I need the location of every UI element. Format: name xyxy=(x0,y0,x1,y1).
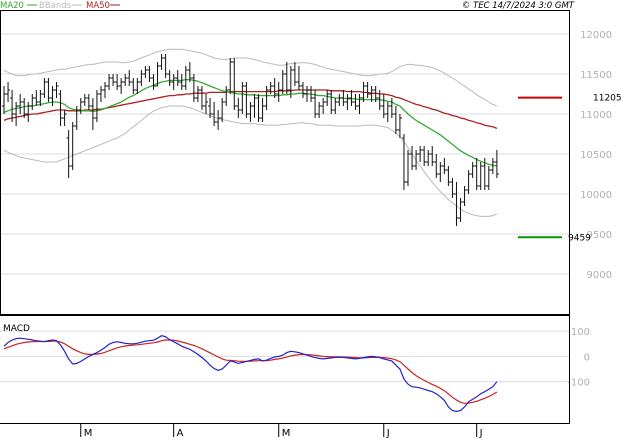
header-legend: MA20 BBands MA50 xyxy=(0,1,120,11)
macd-panel: 100 0 -100 MACD xyxy=(0,324,590,413)
price-tick-label: 12000 xyxy=(580,30,612,41)
macd-gridlines xyxy=(0,330,570,383)
macd-tick-label: -100 xyxy=(567,378,590,389)
price-panel: 900095001000010500110001150012000 112059… xyxy=(0,10,622,314)
month-label: J xyxy=(479,428,483,439)
macd-y-axis: 100 0 -100 xyxy=(567,327,590,388)
copyright-label: © TEC 14/7/2024 3:0 GMT xyxy=(462,1,575,11)
stock-chart-canvas: 900095001000010500110001150012000 112059… xyxy=(0,1,622,439)
legend-ma50-label: MA50 xyxy=(86,1,110,11)
support-label: 9459 xyxy=(568,233,591,243)
price-y-axis: 900095001000010500110001150012000 xyxy=(580,30,612,281)
legend-bbands-label: BBands xyxy=(39,1,72,11)
resistance-label: 11205 xyxy=(593,94,622,104)
legend-ma20-label: MA20 xyxy=(0,1,24,11)
macd-line xyxy=(3,335,498,413)
month-label: M xyxy=(282,428,291,439)
month-label: J xyxy=(386,428,390,439)
time-axis: MAMJJ xyxy=(80,423,483,439)
macd-title: MACD xyxy=(3,324,30,334)
month-label: A xyxy=(177,428,184,439)
price-tick-label: 10500 xyxy=(580,150,612,161)
price-tick-label: 11000 xyxy=(580,110,612,121)
macd-tick-label: 100 xyxy=(571,327,590,338)
price-tick-label: 10000 xyxy=(580,190,612,201)
macd-tick-label: 0 xyxy=(584,352,590,363)
month-label: M xyxy=(84,428,93,439)
macd-signal-line xyxy=(3,339,498,404)
price-tick-label: 9000 xyxy=(587,270,612,281)
price-tick-label: 11500 xyxy=(580,70,612,81)
